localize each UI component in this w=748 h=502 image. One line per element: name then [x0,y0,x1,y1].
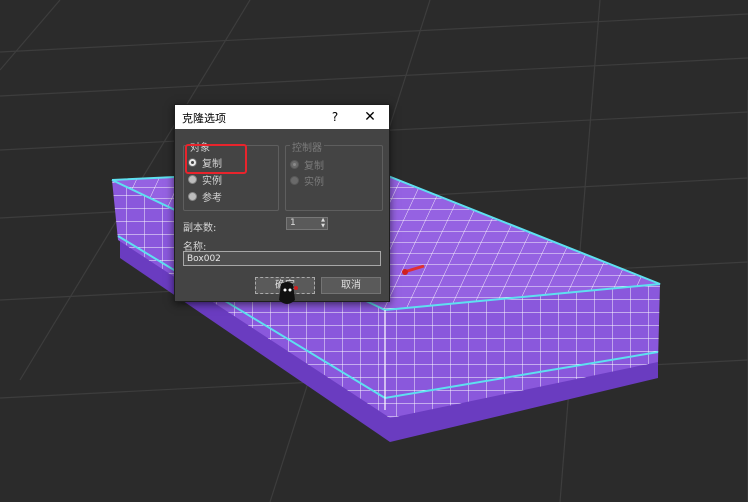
clone-options-dialog: 克隆选项 ? ✕ 对象 复制 实例 参考 控制器 复制 实例 副本数: 1 ▲ … [174,104,390,302]
name-input[interactable] [183,251,381,266]
controller-group-title: 控制器 [290,139,324,154]
radio-icon [290,159,299,169]
dialog-titlebar[interactable]: 克隆选项 ? ✕ [175,105,389,129]
cancel-button[interactable]: 取消 [321,277,381,294]
radio-object-instance[interactable]: 实例 [188,172,222,187]
radio-icon [188,191,197,201]
radio-label: 实例 [304,176,324,188]
annotation-highlight-box [185,144,247,174]
dialog-title: 克隆选项 [182,112,226,125]
radio-controller-copy[interactable]: 复制 [290,157,324,172]
radio-icon [290,175,299,185]
radio-label: 复制 [304,160,324,172]
copies-value: 1 [290,218,296,228]
copies-spinner[interactable]: 1 ▲ ▼ [286,217,328,230]
copies-label: 副本数: [183,223,217,234]
radio-label: 参考 [202,192,222,204]
close-button[interactable]: ✕ [361,108,379,126]
controller-group: 控制器 复制 实例 [285,139,383,211]
cursor-icon [279,282,298,304]
radio-controller-instance[interactable]: 实例 [290,173,324,188]
spinner-arrows-icon[interactable]: ▲ ▼ [321,217,325,229]
radio-object-reference[interactable]: 参考 [188,189,222,204]
radio-icon [188,174,197,184]
help-button[interactable]: ? [327,108,343,126]
